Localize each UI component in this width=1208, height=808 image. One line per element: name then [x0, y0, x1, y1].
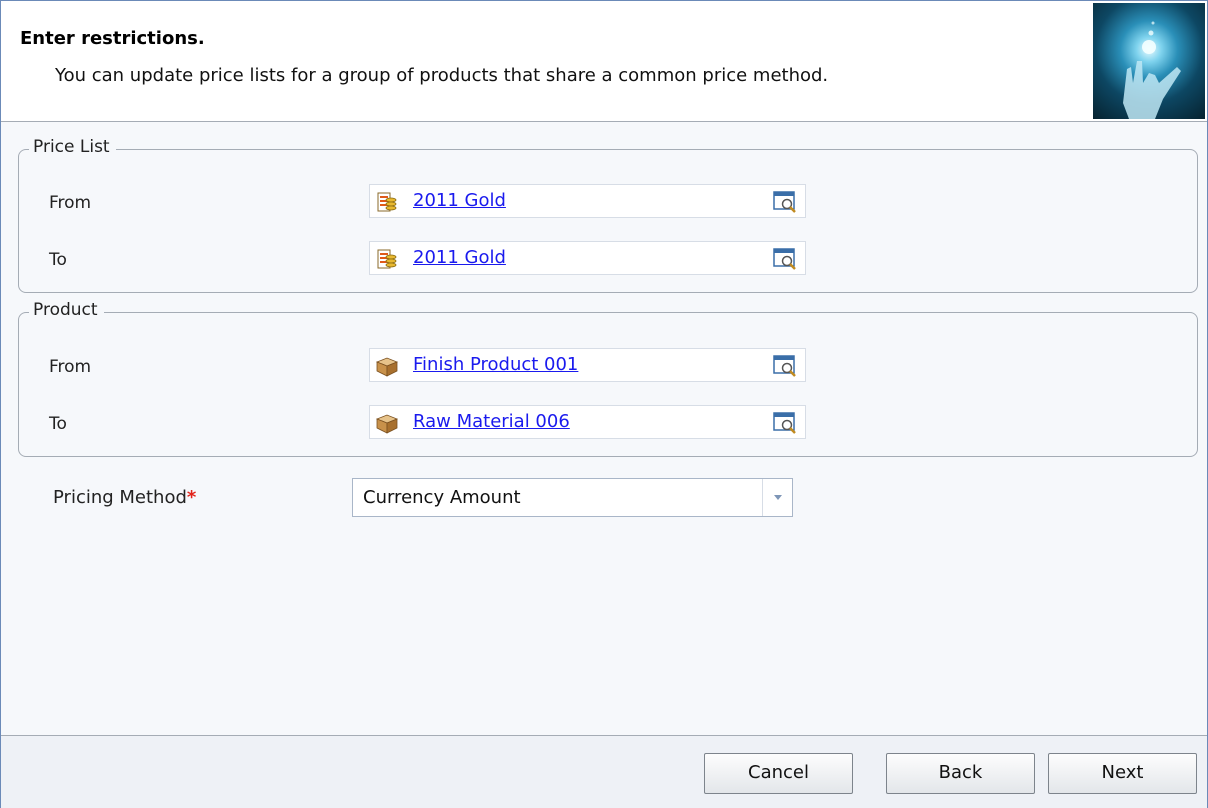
- header-title: Enter restrictions.: [20, 28, 205, 49]
- product-legend: Product: [29, 300, 104, 320]
- pricing-method-select[interactable]: Currency Amount: [352, 478, 793, 517]
- update-price-list-dialog: Enter restrictions. You can update price…: [0, 0, 1208, 808]
- product-box-icon: [376, 357, 398, 377]
- pricing-method-label-text: Pricing Method: [53, 487, 187, 508]
- product-from-link[interactable]: Finish Product 001: [413, 354, 578, 375]
- price-list-to-lookup: 2011 Gold: [369, 241, 806, 275]
- lookup-search-icon[interactable]: [773, 354, 799, 378]
- pricing-method-value: Currency Amount: [363, 487, 521, 508]
- next-button[interactable]: Next: [1048, 753, 1197, 794]
- required-marker: *: [186, 487, 197, 508]
- dialog-footer: Cancel Back Next: [1, 735, 1207, 808]
- price-list-icon: [377, 192, 397, 212]
- price-list-from-lookup: 2011 Gold: [369, 184, 806, 218]
- price-list-icon: [377, 249, 397, 269]
- product-to-lookup: Raw Material 006: [369, 405, 806, 439]
- product-from-lookup: Finish Product 001: [369, 348, 806, 382]
- header-hand-light-image: [1093, 3, 1205, 119]
- price-list-group: Price List From 2011 Gold To 2011 Gold: [18, 137, 1198, 293]
- product-group: Product From Finish Product 001 To Raw M…: [18, 300, 1198, 457]
- price-list-legend: Price List: [29, 137, 116, 157]
- lookup-search-icon[interactable]: [773, 247, 799, 271]
- price-list-from-link[interactable]: 2011 Gold: [413, 190, 506, 211]
- price-list-to-link[interactable]: 2011 Gold: [413, 247, 506, 268]
- price-list-from-label: From: [49, 193, 92, 213]
- dialog-header: Enter restrictions. You can update price…: [1, 1, 1207, 122]
- header-description: You can update price lists for a group o…: [55, 65, 829, 86]
- lookup-search-icon[interactable]: [773, 190, 799, 214]
- lookup-search-icon[interactable]: [773, 411, 799, 435]
- chevron-down-icon[interactable]: [762, 479, 792, 516]
- price-list-to-label: To: [49, 250, 67, 270]
- product-to-label: To: [49, 414, 67, 434]
- product-box-icon: [376, 414, 398, 434]
- pricing-method-label: Pricing Method*: [53, 487, 196, 508]
- cancel-button[interactable]: Cancel: [704, 753, 853, 794]
- product-from-label: From: [49, 357, 92, 377]
- product-to-link[interactable]: Raw Material 006: [413, 411, 570, 432]
- back-button[interactable]: Back: [886, 753, 1035, 794]
